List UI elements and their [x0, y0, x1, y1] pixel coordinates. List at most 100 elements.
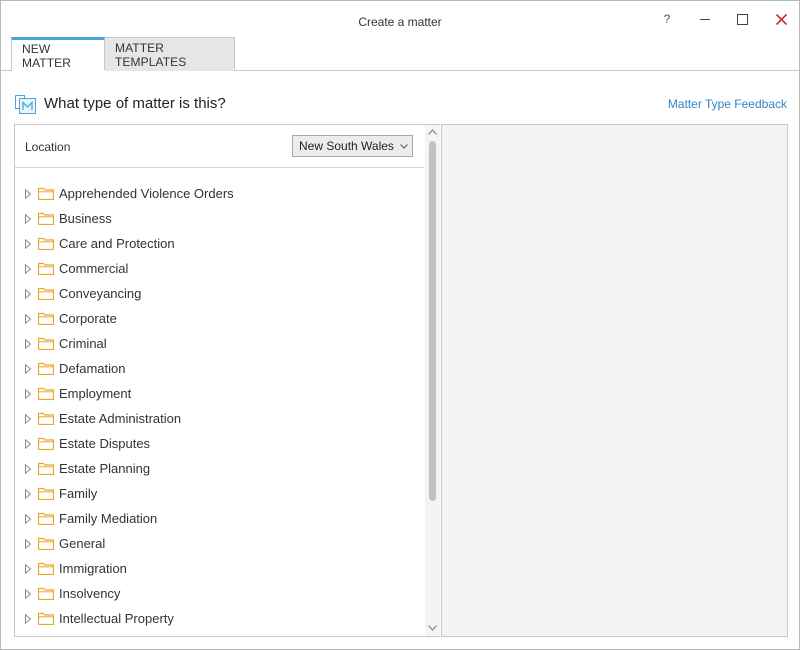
folder-icon [38, 587, 54, 600]
folder-icon [38, 512, 54, 525]
tree-item-label: Apprehended Violence Orders [59, 186, 234, 201]
expand-triangle-icon[interactable] [24, 538, 32, 549]
tree-item-label: Commercial [59, 261, 129, 276]
maximize-icon [736, 13, 748, 25]
tree-item[interactable]: Estate Administration [15, 406, 415, 431]
folder-icon [38, 412, 54, 425]
expand-triangle-icon[interactable] [24, 288, 32, 299]
location-dropdown[interactable]: New South Wales [292, 135, 413, 157]
tree-item[interactable]: Intellectual Property [15, 606, 415, 631]
tree-item[interactable]: Defamation [15, 356, 415, 381]
minimize-icon [700, 19, 710, 20]
tree-item-label: Corporate [59, 311, 117, 326]
tree-item[interactable]: Conveyancing [15, 281, 415, 306]
folder-icon [38, 187, 54, 200]
tree-item[interactable]: Family Mediation [15, 506, 415, 531]
expand-triangle-icon[interactable] [24, 188, 32, 199]
scroll-up-arrow-icon[interactable] [428, 129, 437, 135]
maximize-button[interactable] [727, 7, 757, 31]
expand-triangle-icon[interactable] [24, 338, 32, 349]
scroll-down-arrow-icon[interactable] [428, 625, 437, 631]
folder-icon [38, 337, 54, 350]
matter-details-pane [441, 124, 788, 637]
expand-triangle-icon[interactable] [24, 388, 32, 399]
tree-scrollbar[interactable] [425, 125, 440, 636]
folder-icon [38, 487, 54, 500]
minimize-button[interactable] [690, 7, 720, 31]
title-bar: Create a matter ? [1, 1, 799, 37]
tree-item[interactable]: Commercial [15, 256, 415, 281]
expand-triangle-icon[interactable] [24, 263, 32, 274]
matter-type-tree: Apprehended Violence Orders Business Care … [15, 181, 424, 636]
location-selected-value: New South Wales [299, 139, 394, 153]
expand-triangle-icon[interactable] [24, 413, 32, 424]
expand-triangle-icon[interactable] [24, 463, 32, 474]
folder-icon [38, 462, 54, 475]
folder-icon [38, 287, 54, 300]
expand-triangle-icon[interactable] [24, 588, 32, 599]
tree-item-label: Immigration [59, 561, 127, 576]
tree-item[interactable]: Immigration [15, 556, 415, 581]
expand-triangle-icon[interactable] [24, 563, 32, 574]
folder-icon [38, 537, 54, 550]
folder-icon [38, 437, 54, 450]
close-button[interactable] [766, 7, 796, 31]
close-icon [775, 13, 787, 25]
tree-item-label: General [59, 536, 106, 551]
tree-item-label: Care and Protection [59, 236, 175, 251]
tree-item[interactable]: Estate Disputes [15, 431, 415, 456]
tree-item-label: Intellectual Property [59, 611, 174, 626]
folder-icon [38, 387, 54, 400]
expand-triangle-icon[interactable] [24, 488, 32, 499]
tree-item[interactable]: Employment [15, 381, 415, 406]
location-row: Location New South Wales [15, 125, 424, 168]
matter-type-question: What type of matter is this? [44, 95, 226, 112]
expand-triangle-icon[interactable] [24, 238, 32, 249]
tab-new-matter[interactable]: NEW MATTER [11, 37, 105, 71]
tree-item-label: Estate Planning [59, 461, 151, 476]
matter-type-pane: Location New South Wales Apprehended Vio… [14, 124, 440, 637]
tree-item[interactable]: Criminal [15, 331, 415, 356]
folder-icon [38, 562, 54, 575]
tree-item-label: Conveyancing [59, 286, 142, 301]
tab-matter-templates[interactable]: MATTER TEMPLATES [105, 37, 235, 71]
location-label: Location [25, 140, 71, 154]
expand-triangle-icon[interactable] [24, 313, 32, 324]
folder-icon [38, 212, 54, 225]
tree-item-label: Criminal [59, 336, 107, 351]
matter-icon [15, 95, 36, 114]
tree-item[interactable]: Family [15, 481, 415, 506]
folder-icon [38, 262, 54, 275]
folder-icon [38, 362, 54, 375]
tree-item[interactable]: Business [15, 206, 415, 231]
tree-item-label: Employment [59, 386, 132, 401]
expand-triangle-icon[interactable] [24, 438, 32, 449]
tree-item[interactable]: Apprehended Violence Orders [15, 181, 415, 206]
tree-item[interactable]: Insolvency [15, 581, 415, 606]
tree-item[interactable]: Estate Planning [15, 456, 415, 481]
expand-triangle-icon[interactable] [24, 613, 32, 624]
expand-triangle-icon[interactable] [24, 213, 32, 224]
tree-item-label: Business [59, 211, 112, 226]
tree-item-label: Family [59, 486, 98, 501]
help-button[interactable]: ? [652, 7, 682, 31]
folder-icon [38, 612, 54, 625]
chevron-down-icon [400, 143, 408, 149]
tab-bar: NEW MATTER MATTER TEMPLATES [11, 37, 235, 71]
tree-item[interactable]: General [15, 531, 415, 556]
scroll-thumb[interactable] [429, 141, 436, 501]
tree-item-label: Insolvency [59, 586, 121, 601]
tree-item-label: Estate Disputes [59, 436, 151, 451]
tree-item-label: Defamation [59, 361, 126, 376]
tree-item[interactable]: Care and Protection [15, 231, 415, 256]
tree-item-label: Family Mediation [59, 511, 158, 526]
tree-item-label: Estate Administration [59, 411, 182, 426]
tree-item[interactable]: Corporate [15, 306, 415, 331]
matter-type-feedback-link[interactable]: Matter Type Feedback [668, 97, 787, 111]
folder-icon [38, 312, 54, 325]
help-icon: ? [663, 12, 671, 26]
folder-icon [38, 237, 54, 250]
create-matter-window: Create a matter ? NEW MATTER MATTER TEMP… [0, 0, 800, 650]
expand-triangle-icon[interactable] [24, 513, 32, 524]
expand-triangle-icon[interactable] [24, 363, 32, 374]
